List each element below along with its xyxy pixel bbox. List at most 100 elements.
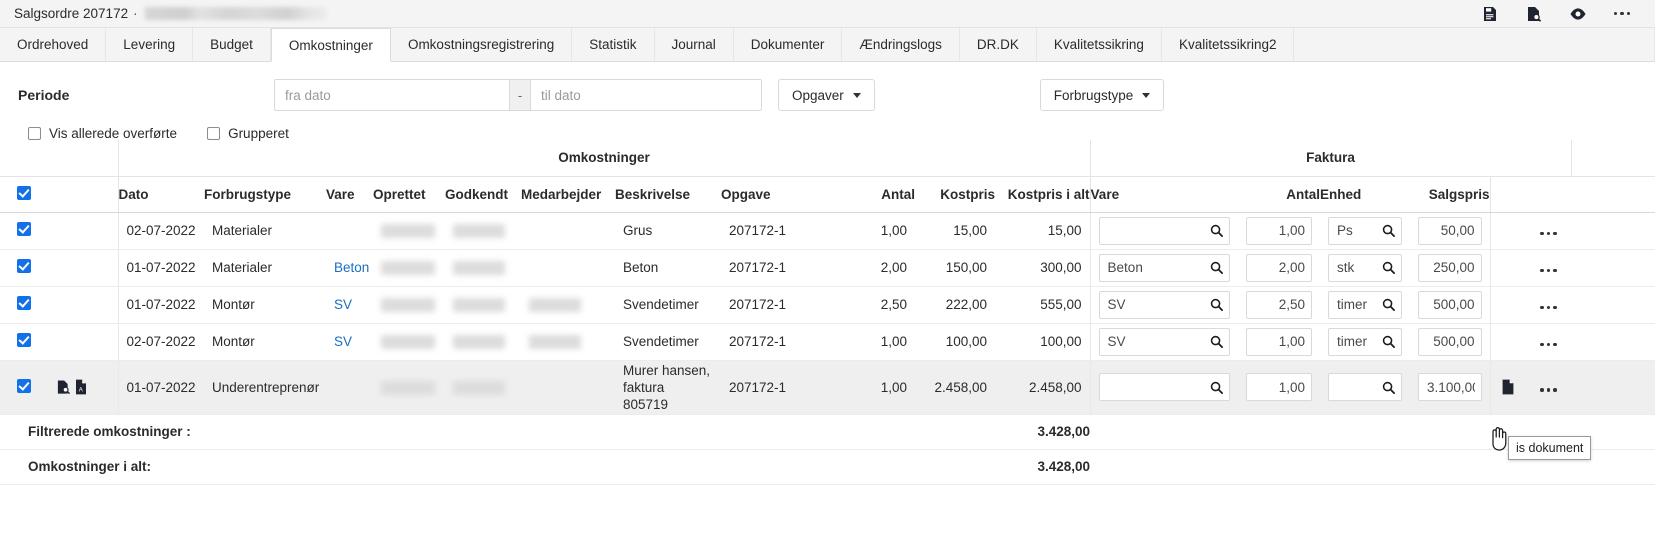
row-select-checkbox[interactable] — [17, 379, 31, 393]
table-row[interactable]: 01-07-2022MaterialerBetonBeton207172-12,… — [0, 249, 1655, 286]
table-row[interactable]: 02-07-2022MontørSVSvendetimer207172-11,0… — [0, 323, 1655, 360]
row-select-checkbox[interactable] — [17, 259, 31, 273]
tab-kvalitetssikring2[interactable]: Kvalitetssikring2 — [1162, 28, 1295, 61]
tab-kvalitetssikring[interactable]: Kvalitetssikring — [1037, 28, 1162, 61]
row-more-options-icon[interactable] — [1540, 343, 1557, 347]
table-row[interactable]: 02-07-2022MaterialerGrus207172-11,0015,0… — [0, 212, 1655, 249]
row-more-options-icon[interactable] — [1540, 388, 1557, 392]
more-options-icon[interactable] — [1613, 5, 1631, 23]
cell-row-actions[interactable] — [1526, 212, 1571, 249]
vare-link[interactable]: SV — [334, 334, 352, 349]
row-select-checkbox-cell[interactable] — [0, 249, 48, 286]
faktura-salgspris-input[interactable]: 50,00 — [1418, 217, 1482, 245]
col-header-antal[interactable]: Antal — [839, 176, 915, 212]
select-all-checkbox-cell[interactable] — [0, 176, 48, 212]
faktura-antal-input[interactable]: 1,00 — [1246, 328, 1312, 356]
row-select-checkbox[interactable] — [17, 296, 31, 310]
faktura-antal-input[interactable]: 1,00 — [1246, 217, 1312, 245]
search-icon[interactable] — [1210, 261, 1223, 274]
faktura-enhed-input[interactable] — [1328, 373, 1402, 401]
col-header-beskrivelse[interactable]: Beskrivelse — [615, 176, 721, 212]
search-icon[interactable] — [1382, 224, 1395, 237]
faktura-vare-input[interactable] — [1099, 373, 1231, 401]
row-more-options-icon[interactable] — [1540, 306, 1557, 310]
document-icon[interactable] — [1501, 379, 1515, 395]
vare-link[interactable]: Beton — [334, 260, 369, 275]
cell-row-actions[interactable] — [1526, 360, 1571, 414]
search-icon[interactable] — [1382, 261, 1395, 274]
search-icon[interactable] — [1382, 335, 1395, 348]
document-search-icon[interactable] — [1525, 5, 1543, 23]
search-icon[interactable] — [1210, 381, 1223, 394]
faktura-antal-input[interactable]: 2,50 — [1246, 291, 1312, 319]
forbrugstype-dropdown-button[interactable]: Forbrugstype — [1040, 79, 1165, 111]
search-icon[interactable] — [1210, 298, 1223, 311]
tab-dokumenter[interactable]: Dokumenter — [734, 28, 843, 61]
col-header-medarbejder[interactable]: Medarbejder — [521, 176, 615, 212]
opgaver-dropdown-button[interactable]: Opgaver — [778, 79, 875, 111]
col-header-dato[interactable]: Dato — [118, 176, 204, 212]
faktura-vare-input[interactable]: Beton — [1099, 254, 1231, 282]
col-header-faktura-vare[interactable]: Vare — [1090, 176, 1238, 212]
search-icon[interactable] — [1382, 381, 1395, 394]
row-more-options-icon[interactable] — [1540, 232, 1557, 236]
tab-ordrehoved[interactable]: Ordrehoved — [0, 28, 106, 61]
faktura-vare-input[interactable] — [1099, 217, 1231, 245]
cell-vare[interactable]: SV — [326, 286, 373, 323]
to-date-input[interactable] — [530, 79, 762, 111]
faktura-vare-input[interactable]: SV — [1099, 328, 1231, 356]
cell-row-actions[interactable] — [1526, 286, 1571, 323]
tab--ndringslogs[interactable]: Ændringslogs — [842, 28, 960, 61]
row-select-checkbox-cell[interactable] — [0, 212, 48, 249]
row-more-options-icon[interactable] — [1540, 269, 1557, 273]
row-select-checkbox-cell[interactable] — [0, 360, 48, 414]
table-row[interactable]: 01-07-2022MontørSVSvendetimer207172-12,5… — [0, 286, 1655, 323]
faktura-antal-input[interactable]: 1,00 — [1246, 373, 1312, 401]
search-icon[interactable] — [1382, 298, 1395, 311]
faktura-salgspris-input[interactable]: 500,00 — [1418, 328, 1482, 356]
eye-icon[interactable] — [1569, 5, 1587, 23]
faktura-enhed-input[interactable]: timer — [1328, 328, 1402, 356]
tab-omkostningsregistrering[interactable]: Omkostningsregistrering — [391, 28, 572, 61]
tab-statistik[interactable]: Statistik — [572, 28, 654, 61]
grupperet-checkbox[interactable]: Grupperet — [207, 126, 289, 141]
faktura-enhed-input[interactable]: stk — [1328, 254, 1402, 282]
faktura-salgspris-input[interactable]: 500,00 — [1418, 291, 1482, 319]
faktura-salgspris-input[interactable]: 3.100,00 — [1418, 373, 1482, 401]
tab-journal[interactable]: Journal — [655, 28, 734, 61]
faktura-enhed-input[interactable]: Ps — [1328, 217, 1402, 245]
col-header-faktura-antal[interactable]: Antal — [1238, 176, 1320, 212]
vare-link[interactable]: SV — [334, 297, 352, 312]
cell-vare[interactable]: SV — [326, 323, 373, 360]
cell-row-actions[interactable] — [1526, 323, 1571, 360]
faktura-vare-input[interactable]: SV — [1099, 291, 1231, 319]
col-header-salgspris[interactable]: Salgspris — [1410, 176, 1490, 212]
faktura-salgspris-input[interactable]: 250,00 — [1418, 254, 1482, 282]
cell-vare[interactable]: Beton — [326, 249, 373, 286]
vis-allerede-overfoerte-checkbox[interactable]: Vis allerede overførte — [28, 126, 177, 141]
tab-omkostninger[interactable]: Omkostninger — [271, 28, 391, 62]
col-header-faktura-enhed[interactable]: Enhed — [1320, 176, 1410, 212]
row-select-checkbox[interactable] — [17, 333, 31, 347]
tab-budget[interactable]: Budget — [193, 28, 271, 61]
pdf-document-icon[interactable]: A — [75, 379, 87, 395]
search-icon[interactable] — [1210, 335, 1223, 348]
col-header-kostpris[interactable]: Kostpris — [915, 176, 995, 212]
faktura-enhed-input[interactable]: timer — [1328, 291, 1402, 319]
faktura-antal-input[interactable]: 2,00 — [1246, 254, 1312, 282]
row-select-checkbox-cell[interactable] — [0, 323, 48, 360]
col-header-godkendt[interactable]: Godkendt — [445, 176, 521, 212]
col-header-oprettet[interactable]: Oprettet — [373, 176, 445, 212]
tab-levering[interactable]: Levering — [106, 28, 193, 61]
row-select-checkbox[interactable] — [17, 222, 31, 236]
row-select-checkbox-cell[interactable] — [0, 286, 48, 323]
col-header-forbrugstype[interactable]: Forbrugstype — [204, 176, 326, 212]
save-document-icon[interactable] — [1481, 5, 1499, 23]
document-search-icon[interactable] — [56, 379, 71, 395]
cell-row-actions[interactable] — [1526, 249, 1571, 286]
tab-dr-dk[interactable]: DR.DK — [960, 28, 1037, 61]
table-row[interactable]: A01-07-2022UnderentreprenørMurer hansen,… — [0, 360, 1655, 414]
from-date-input[interactable] — [274, 79, 510, 111]
select-all-checkbox[interactable] — [17, 186, 31, 200]
search-icon[interactable] — [1210, 224, 1223, 237]
